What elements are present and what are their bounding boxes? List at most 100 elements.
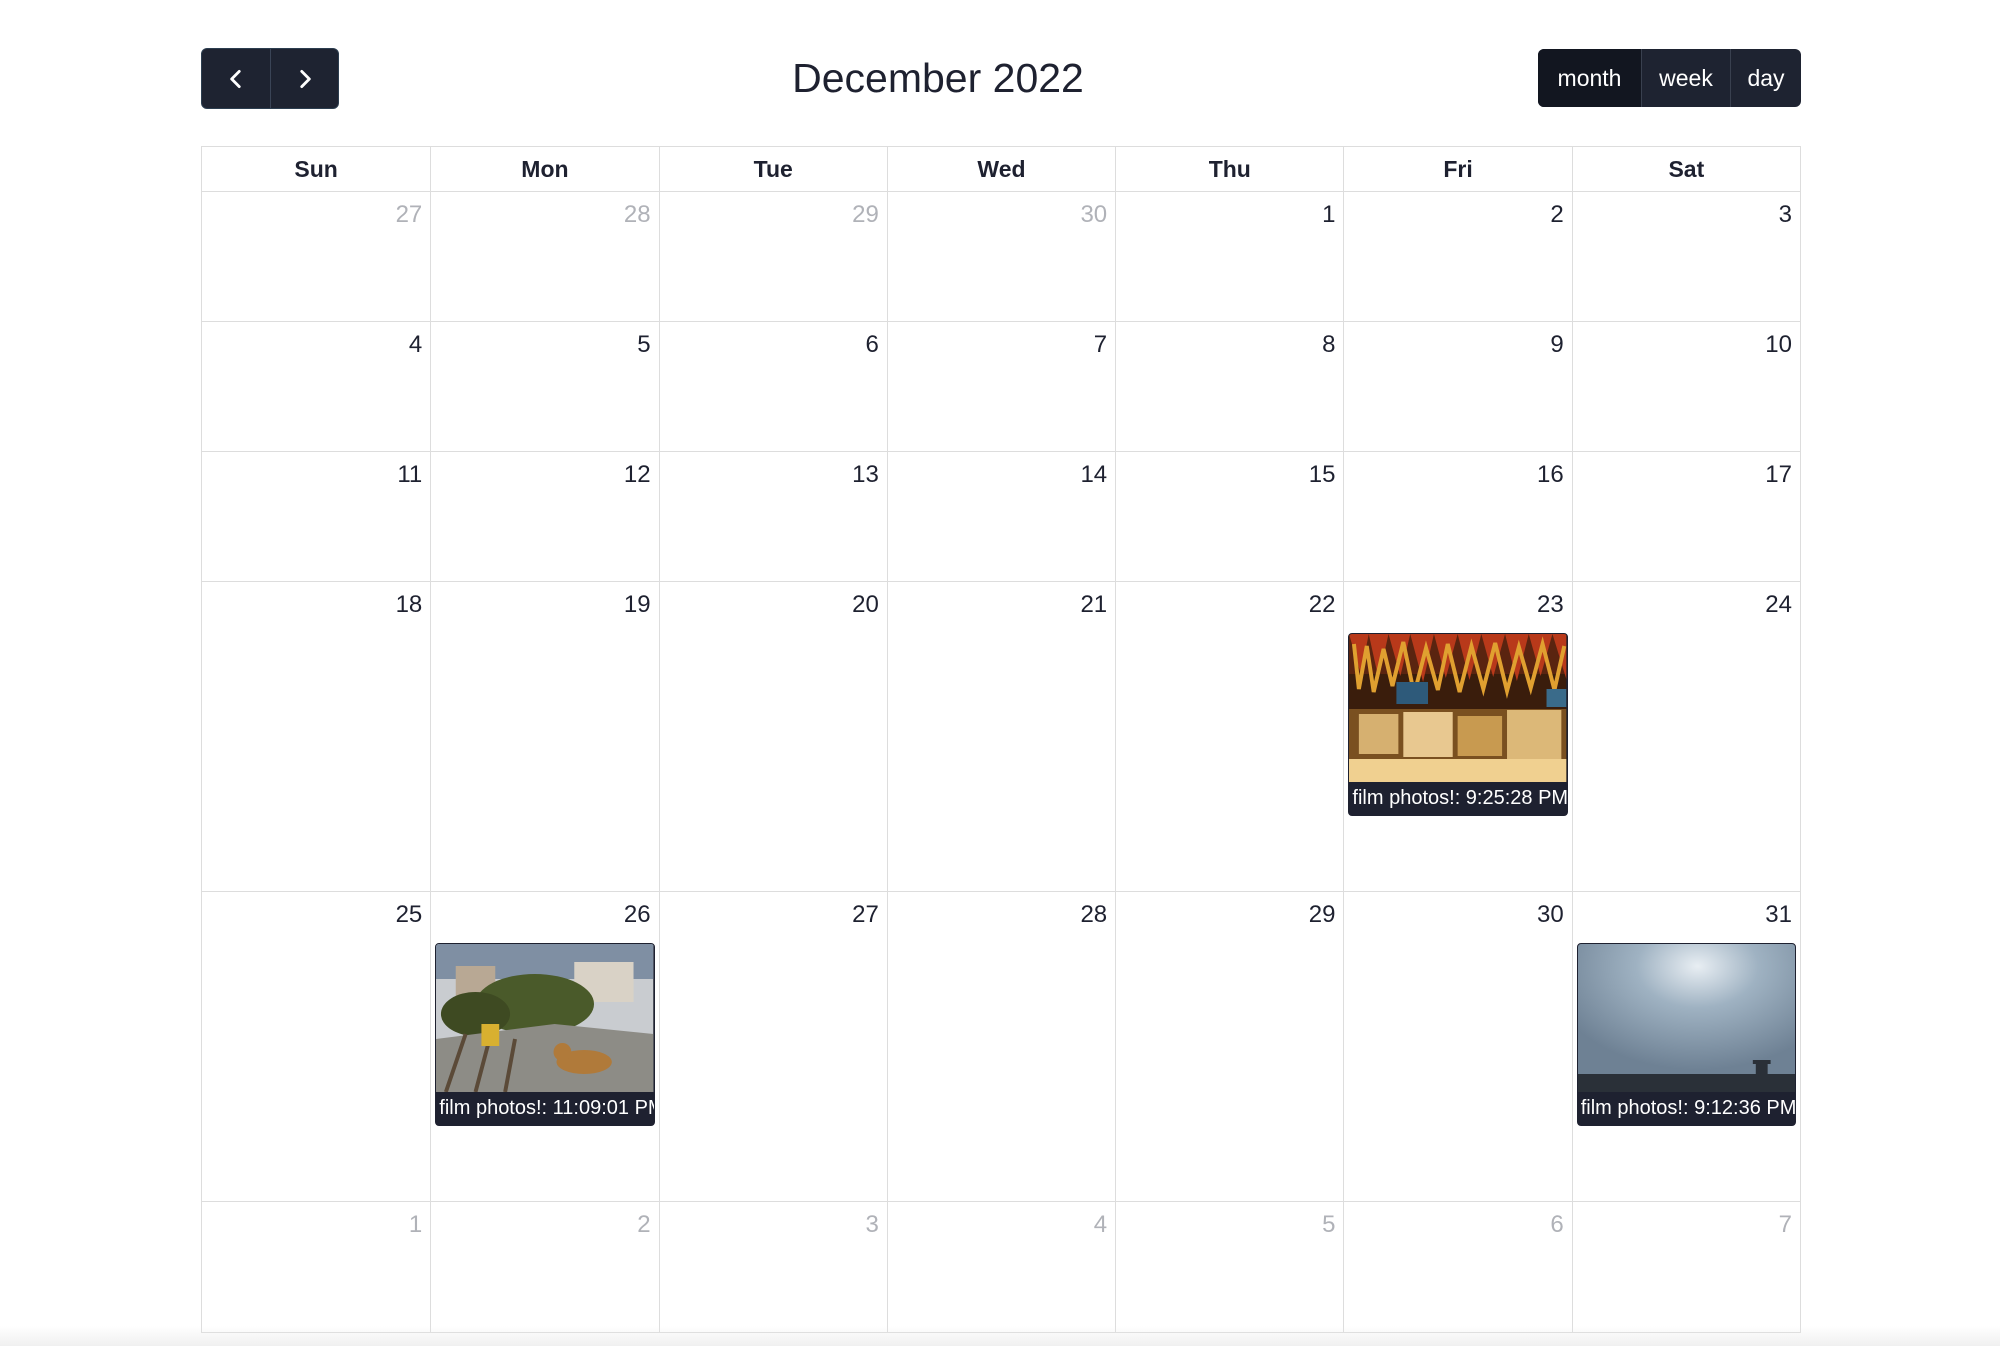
day-number: 25	[395, 901, 423, 928]
day-cell[interactable]: 16	[1343, 452, 1571, 581]
day-cell[interactable]: 30	[1343, 892, 1571, 1201]
day-cell[interactable]: 21	[886, 582, 1115, 891]
day-number: 8	[1322, 331, 1336, 358]
week-row: 11 12 13 14 15 16 17	[202, 452, 1800, 582]
calendar-toolbar: December 2022 month week day	[201, 48, 1801, 110]
day-number: 14	[1080, 461, 1108, 488]
day-cell[interactable]: 10	[1571, 322, 1800, 451]
day-number: 28	[1080, 901, 1108, 928]
day-cell[interactable]: 8	[1115, 322, 1343, 451]
day-number: 28	[623, 201, 651, 228]
day-number: 24	[1765, 591, 1792, 618]
day-number: 26	[623, 901, 651, 928]
day-cell[interactable]: 17	[1571, 452, 1800, 581]
week-row: 1 2 3 4 5 6 7	[202, 1202, 1800, 1332]
day-cell[interactable]: 27	[202, 192, 430, 321]
month-grid: Sun Mon Tue Wed Thu Fri Sat 27 28 29 30 …	[201, 146, 1801, 1333]
view-switcher: month week day	[1538, 49, 1801, 107]
day-cell[interactable]: 20	[658, 582, 887, 891]
day-cell[interactable]: 26 film photos!: 11:09:01 PM	[430, 892, 658, 1201]
dow-fri: Fri	[1343, 147, 1571, 191]
day-number: 3	[1778, 201, 1792, 228]
day-number: 1	[408, 1211, 423, 1238]
day-cell[interactable]: 1	[202, 1202, 430, 1332]
day-cell[interactable]: 28	[430, 192, 658, 321]
dow-mon: Mon	[430, 147, 658, 191]
dog-on-steps-photo	[436, 944, 654, 1092]
calendar-event[interactable]: film photos!: 9:25:28 PM	[1348, 633, 1568, 816]
calendar-title: December 2022	[792, 55, 1084, 101]
day-number: 10	[1765, 331, 1792, 358]
day-number: 13	[852, 461, 879, 488]
calendar-event[interactable]: film photos!: 11:09:01 PM	[435, 943, 655, 1126]
day-cell[interactable]: 30	[886, 192, 1115, 321]
day-number: 23	[1537, 591, 1564, 618]
day-cell[interactable]: 31 film photos!: 9:12:36 PM	[1571, 892, 1800, 1201]
day-cell[interactable]: 24	[1571, 582, 1800, 891]
day-cell[interactable]: 2	[1343, 192, 1571, 321]
day-cell[interactable]: 29	[1115, 892, 1343, 1201]
month-view-button[interactable]: month	[1538, 49, 1641, 107]
day-cell[interactable]: 6	[1343, 1202, 1571, 1332]
event-title: film photos!: 9:25:28 PM	[1352, 787, 1567, 809]
day-number: 29	[852, 201, 879, 228]
day-cell[interactable]: 12	[430, 452, 658, 581]
day-cell[interactable]: 6	[658, 322, 887, 451]
day-of-week-header: Sun Mon Tue Wed Thu Fri Sat	[202, 147, 1800, 192]
event-title: film photos!: 11:09:01 PM	[439, 1097, 654, 1119]
day-number: 5	[637, 331, 651, 358]
day-number: 16	[1537, 461, 1564, 488]
day-cell[interactable]: 3	[658, 1202, 887, 1332]
market-stall-photo	[1349, 634, 1567, 782]
day-number: 29	[1308, 901, 1336, 928]
day-cell[interactable]: 15	[1115, 452, 1343, 581]
day-number: 2	[637, 1211, 651, 1238]
day-cell[interactable]: 7	[886, 322, 1115, 451]
day-cell[interactable]: 13	[658, 452, 887, 581]
day-cell[interactable]: 22	[1115, 582, 1343, 891]
day-cell[interactable]: 4	[202, 322, 430, 451]
day-cell[interactable]: 5	[1115, 1202, 1343, 1332]
day-cell[interactable]: 5	[430, 322, 658, 451]
day-number: 4	[408, 331, 423, 358]
day-cell[interactable]: 18	[202, 582, 430, 891]
dow-tue: Tue	[658, 147, 887, 191]
dow-sun: Sun	[294, 155, 338, 182]
day-cell[interactable]: 1	[1115, 192, 1343, 321]
dow-sat: Sat	[1571, 147, 1800, 191]
week-row: 4 5 6 7 8 9 10	[202, 322, 1800, 452]
day-cell[interactable]: 2	[430, 1202, 658, 1332]
day-number: 30	[1080, 201, 1108, 228]
day-cell[interactable]: 25	[202, 892, 430, 1201]
day-cell[interactable]: 3	[1571, 192, 1800, 321]
day-number: 18	[395, 591, 423, 618]
event-title: film photos!: 9:12:36 PM	[1580, 1097, 1795, 1119]
calendar-event[interactable]: film photos!: 9:12:36 PM	[1576, 943, 1796, 1126]
day-number: 2	[1550, 201, 1564, 228]
week-row: 27 28 29 30 1 2 3	[202, 192, 1800, 322]
day-number: 21	[1080, 591, 1108, 618]
day-number: 1	[1322, 201, 1336, 228]
day-cell[interactable]: 28	[886, 892, 1115, 1201]
day-cell[interactable]: 11	[202, 452, 430, 581]
day-cell[interactable]: 14	[886, 452, 1115, 581]
day-number: 3	[865, 1211, 879, 1238]
day-cell[interactable]: 27	[658, 892, 887, 1201]
day-cell[interactable]: 19	[430, 582, 658, 891]
day-number: 19	[623, 591, 651, 618]
day-cell[interactable]: 7	[1571, 1202, 1800, 1332]
day-cell[interactable]: 9	[1343, 322, 1571, 451]
dow-thu: Thu	[1115, 147, 1343, 191]
day-number: 9	[1550, 331, 1564, 358]
day-number: 7	[1093, 331, 1108, 358]
day-cell[interactable]: 4	[886, 1202, 1115, 1332]
week-view-button[interactable]: week	[1641, 49, 1730, 107]
day-number: 5	[1322, 1211, 1336, 1238]
day-cell[interactable]: 23 film photos!: 9:25:28 PM	[1343, 582, 1571, 891]
day-number: 27	[852, 901, 879, 928]
day-cell[interactable]: 29	[658, 192, 887, 321]
week-row: 25 26 film photos!: 11:09:01 PM 27 28 29…	[202, 892, 1800, 1202]
day-view-button[interactable]: day	[1730, 49, 1801, 107]
day-number: 27	[395, 201, 423, 228]
day-number: 20	[852, 591, 879, 618]
